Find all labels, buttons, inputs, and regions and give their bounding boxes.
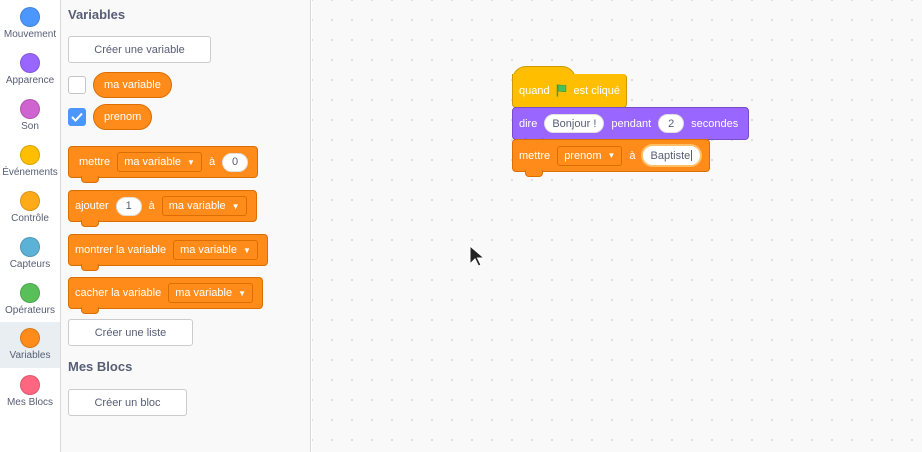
block-text: est cliqué [573, 84, 620, 97]
variable-row: ma variable [68, 72, 172, 98]
events-color-dot [20, 145, 40, 165]
change-variable-block[interactable]: ajouter 1 à ma variable ▼ [68, 190, 257, 227]
operators-color-dot [20, 283, 40, 303]
block-text: montrer la variable [75, 244, 167, 256]
category-control[interactable]: Contrôle [0, 186, 60, 232]
category-sound[interactable]: Son [0, 94, 60, 140]
variable-dropdown[interactable]: ma variable ▼ [173, 240, 258, 260]
motion-color-dot [20, 7, 40, 27]
show-variable-block[interactable]: montrer la variable ma variable ▼ [68, 234, 268, 271]
variable-dropdown[interactable]: ma variable ▼ [161, 196, 247, 216]
message-input[interactable]: Bonjour ! [544, 114, 605, 133]
chevron-down-icon: ▼ [607, 151, 616, 160]
block-text: mettre [519, 149, 551, 162]
variable-checkbox[interactable] [68, 76, 86, 94]
mouse-pointer-icon [469, 244, 486, 267]
set-variable-block[interactable]: mettre prenom ▼ à Baptiste [512, 139, 711, 177]
create-variable-button[interactable]: Créer une variable [68, 36, 211, 63]
block-text: secondes [691, 117, 739, 130]
looks-color-dot [20, 53, 40, 73]
chevron-down-icon: ▼ [231, 201, 240, 211]
variable-reporter[interactable]: ma variable [93, 72, 172, 98]
category-label: Mes Blocs [6, 397, 54, 408]
category-events[interactable]: Événements [0, 140, 60, 186]
chevron-down-icon: ▼ [238, 288, 246, 298]
category-label: Capteurs [9, 259, 51, 270]
variable-row: prenom [68, 104, 153, 130]
dropdown-value: prenom [564, 149, 602, 162]
block-text: quand [519, 84, 550, 97]
my-blocks-section-title: Mes Blocs [68, 359, 133, 374]
dropdown-value: ma variable [168, 200, 226, 212]
block-text: dire [519, 117, 538, 130]
create-block-button[interactable]: Créer un bloc [68, 389, 187, 416]
category-label: Opérateurs [4, 305, 56, 316]
category-menu: Mouvement Apparence Son Événements Contr… [0, 0, 61, 452]
green-flag-icon [556, 84, 566, 97]
create-list-button[interactable]: Créer une liste [68, 319, 193, 346]
dropdown-value: ma variable [180, 244, 237, 256]
scratch-editor: Mouvement Apparence Son Événements Contr… [0, 0, 922, 452]
block-text: à [629, 149, 636, 162]
block-text: ajouter [75, 200, 109, 212]
block-text: mettre [79, 156, 111, 168]
sound-color-dot [20, 99, 40, 119]
variable-dropdown[interactable]: prenom ▼ [557, 145, 623, 166]
say-for-secs-block[interactable]: dire Bonjour ! pendant 2 secondes [512, 107, 750, 145]
when-flag-clicked-block[interactable]: quand est cliqué [512, 74, 627, 108]
script-area[interactable]: quand est cliqué dire Bonjour ! pendant … [312, 0, 922, 452]
category-label: Événements [2, 167, 58, 178]
my-blocks-color-dot [20, 375, 40, 395]
text-caret [691, 150, 693, 161]
value-input[interactable]: 1 [115, 196, 142, 216]
value-input[interactable]: 0 [222, 152, 249, 172]
block-text: à [208, 156, 216, 168]
category-my-blocks[interactable]: Mes Blocs [0, 370, 60, 416]
variable-reporter[interactable]: prenom [93, 104, 153, 130]
dropdown-value: ma variable [175, 287, 233, 299]
dropdown-value: ma variable [124, 156, 182, 168]
checkmark-icon [71, 112, 83, 122]
block-text: à [148, 200, 155, 212]
set-variable-block[interactable]: mettre ma variable ▼ à 0 [68, 146, 259, 183]
chevron-down-icon: ▼ [187, 157, 195, 167]
variable-checkbox[interactable] [68, 108, 86, 126]
block-palette: Variables Créer une variable ma variable… [61, 0, 311, 452]
category-label: Contrôle [11, 213, 49, 224]
variable-dropdown[interactable]: ma variable ▼ [117, 152, 202, 172]
category-label: Son [21, 121, 39, 132]
category-variables[interactable]: Variables [0, 322, 60, 368]
value-input-editing[interactable]: Baptiste [642, 146, 701, 165]
hide-variable-block[interactable]: cacher la variable ma variable ▼ [68, 277, 263, 314]
chevron-down-icon: ▼ [242, 245, 251, 255]
sensing-color-dot [20, 237, 40, 257]
control-color-dot [20, 191, 40, 211]
seconds-input[interactable]: 2 [658, 114, 685, 133]
variables-color-dot [20, 328, 40, 348]
category-label: Variables [9, 350, 51, 361]
variable-dropdown[interactable]: ma variable ▼ [168, 283, 253, 303]
variables-section-title: Variables [68, 7, 126, 22]
category-motion[interactable]: Mouvement [0, 2, 60, 48]
value-text: Baptiste [650, 149, 691, 162]
category-label: Apparence [5, 75, 55, 86]
category-looks[interactable]: Apparence [0, 48, 60, 94]
block-text: pendant [611, 117, 652, 130]
category-sensing[interactable]: Capteurs [0, 232, 60, 278]
block-text: cacher la variable [75, 287, 162, 299]
category-label: Mouvement [3, 29, 57, 40]
category-operators[interactable]: Opérateurs [0, 278, 60, 324]
